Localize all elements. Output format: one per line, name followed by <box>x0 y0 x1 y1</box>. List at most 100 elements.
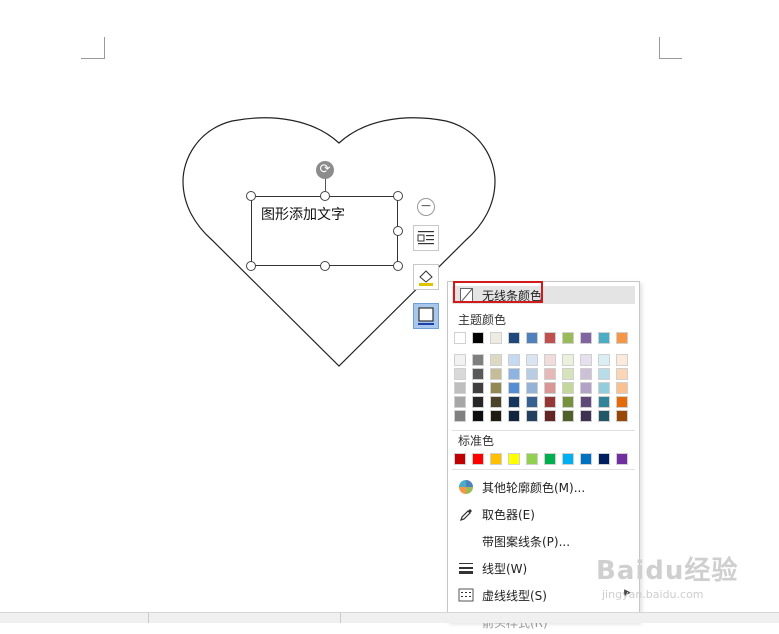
eyedropper-label: 取色器(E) <box>482 508 535 522</box>
theme-color-tint-swatch[interactable] <box>580 368 592 380</box>
theme-color-tint-swatch[interactable] <box>544 396 556 408</box>
theme-color-tint-swatch[interactable] <box>454 396 466 408</box>
standard-color-swatch[interactable] <box>490 453 502 465</box>
heart-shape[interactable] <box>0 0 779 622</box>
resize-handle-bottom-middle[interactable] <box>320 261 330 271</box>
pattern-line-item[interactable]: 带图案线条(P)... <box>452 529 635 553</box>
theme-color-tint-swatch[interactable] <box>454 410 466 422</box>
theme-color-tint-swatch[interactable] <box>454 368 466 380</box>
line-weight-label: 线型(W) <box>482 562 528 576</box>
standard-color-swatch[interactable] <box>508 453 520 465</box>
theme-color-tint-swatch[interactable] <box>580 396 592 408</box>
theme-color-tint-swatch[interactable] <box>598 382 610 394</box>
theme-color-tint-swatch[interactable] <box>508 382 520 394</box>
theme-color-swatch[interactable] <box>544 332 556 344</box>
theme-color-tint-swatch[interactable] <box>472 354 484 366</box>
theme-color-tint-swatch[interactable] <box>454 354 466 366</box>
theme-color-tint-swatch[interactable] <box>490 382 502 394</box>
theme-color-tint-swatch[interactable] <box>598 354 610 366</box>
theme-color-tint-swatch[interactable] <box>616 410 628 422</box>
theme-color-tint-swatch[interactable] <box>616 382 628 394</box>
theme-color-tint-swatch[interactable] <box>490 368 502 380</box>
line-weight-item[interactable]: 线型(W) <box>452 556 635 580</box>
theme-color-tint-swatch[interactable] <box>580 382 592 394</box>
minus-circle-icon[interactable]: − <box>417 198 435 216</box>
theme-color-tint-swatch[interactable] <box>598 410 610 422</box>
theme-color-tint-swatch[interactable] <box>580 354 592 366</box>
theme-color-tint-swatch[interactable] <box>562 410 574 422</box>
theme-color-tint-swatch[interactable] <box>490 354 502 366</box>
theme-color-tint-swatch[interactable] <box>526 410 538 422</box>
resize-handle-bottom-right[interactable] <box>393 261 403 271</box>
menu-separator <box>452 469 635 470</box>
shape-text[interactable]: 图形添加文字 <box>261 204 345 224</box>
theme-color-tint-swatch[interactable] <box>616 396 628 408</box>
theme-color-tint-swatch[interactable] <box>508 354 520 366</box>
theme-color-tint-swatch[interactable] <box>508 368 520 380</box>
theme-color-tint-swatch[interactable] <box>526 368 538 380</box>
theme-color-tint-swatch[interactable] <box>454 382 466 394</box>
theme-color-tint-swatch[interactable] <box>544 354 556 366</box>
standard-color-swatch[interactable] <box>454 453 466 465</box>
shape-fill-button[interactable] <box>413 264 439 290</box>
standard-color-swatch[interactable] <box>526 453 538 465</box>
theme-color-tint-swatch[interactable] <box>508 396 520 408</box>
theme-color-tint-swatch[interactable] <box>562 396 574 408</box>
shape-outline-button[interactable] <box>413 303 439 329</box>
theme-colors-label: 主题颜色 <box>458 313 507 327</box>
theme-color-swatch[interactable] <box>454 332 466 344</box>
layout-options-button[interactable] <box>413 225 439 251</box>
theme-color-swatch[interactable] <box>508 332 520 344</box>
theme-color-tint-swatch[interactable] <box>490 396 502 408</box>
theme-color-tint-swatch[interactable] <box>616 368 628 380</box>
theme-color-swatch[interactable] <box>490 332 502 344</box>
theme-color-tint-swatch[interactable] <box>472 382 484 394</box>
standard-color-swatch[interactable] <box>562 453 574 465</box>
dash-type-item[interactable]: 虚线线型(S) ▶ <box>452 583 635 607</box>
theme-color-tint-swatch[interactable] <box>544 410 556 422</box>
resize-handle-top-left[interactable] <box>246 191 256 201</box>
theme-color-tint-swatch[interactable] <box>544 368 556 380</box>
theme-color-swatch[interactable] <box>562 332 574 344</box>
standard-color-swatch[interactable] <box>616 453 628 465</box>
theme-color-swatch[interactable] <box>472 332 484 344</box>
resize-handle-bottom-left[interactable] <box>246 261 256 271</box>
theme-color-tint-swatch[interactable] <box>490 410 502 422</box>
theme-color-tint-swatch[interactable] <box>598 396 610 408</box>
rotate-handle-icon[interactable]: ⟳ <box>316 161 334 179</box>
theme-color-swatch[interactable] <box>526 332 538 344</box>
theme-color-tint-swatch[interactable] <box>598 368 610 380</box>
dash-type-label: 虚线线型(S) <box>482 589 547 603</box>
more-outline-colors-item[interactable]: 其他轮廓颜色(M)... <box>452 475 635 499</box>
menu-separator <box>452 430 635 431</box>
submenu-arrow-icon: ▶ <box>624 588 631 598</box>
eyedropper-item[interactable]: 取色器(E) <box>452 502 635 526</box>
theme-color-swatch[interactable] <box>598 332 610 344</box>
standard-color-swatch[interactable] <box>580 453 592 465</box>
theme-color-tint-swatch[interactable] <box>562 354 574 366</box>
resize-handle-middle-right[interactable] <box>393 226 403 236</box>
theme-color-tint-swatch[interactable] <box>472 368 484 380</box>
theme-color-tint-swatch[interactable] <box>526 354 538 366</box>
standard-color-swatch[interactable] <box>544 453 556 465</box>
theme-color-swatch[interactable] <box>580 332 592 344</box>
resize-handle-top-right[interactable] <box>393 191 403 201</box>
theme-color-tint-swatch[interactable] <box>526 382 538 394</box>
line-weight-icon <box>459 563 473 574</box>
resize-handle-top-middle[interactable] <box>320 191 330 201</box>
theme-color-tint-swatch[interactable] <box>472 396 484 408</box>
standard-color-swatch[interactable] <box>472 453 484 465</box>
theme-color-swatch[interactable] <box>616 332 628 344</box>
theme-color-tint-swatch[interactable] <box>472 410 484 422</box>
theme-color-tint-swatch[interactable] <box>580 410 592 422</box>
shape-text-box[interactable]: 图形添加文字 <box>251 196 398 266</box>
standard-color-swatch[interactable] <box>598 453 610 465</box>
theme-color-tint-swatch[interactable] <box>544 382 556 394</box>
dash-type-icon <box>458 588 474 602</box>
theme-color-tint-swatch[interactable] <box>508 410 520 422</box>
theme-color-tint-swatch[interactable] <box>526 396 538 408</box>
theme-color-tint-swatch[interactable] <box>562 382 574 394</box>
theme-color-tint-swatch[interactable] <box>616 354 628 366</box>
theme-color-tint-swatch[interactable] <box>562 368 574 380</box>
eyedropper-icon <box>460 509 472 521</box>
